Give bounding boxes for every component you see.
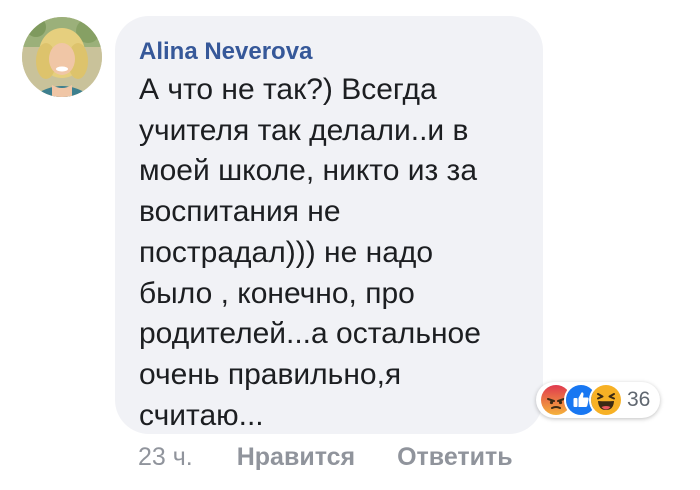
haha-icon [589, 383, 623, 417]
comment-line: родителей...а остальное [139, 317, 481, 351]
comment-line: пострадал))) не надо [139, 235, 434, 269]
comment-text: А что не так?) Всегда учителя так делали… [139, 70, 519, 436]
comment-bubble: Alina Neverova А что не так?) Всегда учи… [115, 16, 543, 434]
comment-line: моей школе, никто из за [139, 154, 477, 188]
reactions-summary[interactable]: 36 [536, 382, 661, 418]
like-button[interactable]: Нравится [237, 443, 355, 472]
timestamp[interactable]: 23 ч. [138, 443, 193, 472]
comment-line: было , конечно, про [139, 276, 415, 310]
author-name[interactable]: Alina Neverova [139, 37, 519, 67]
comment-line: воспитания не [139, 195, 341, 229]
reply-button[interactable]: Ответить [397, 443, 513, 472]
comment-line: очень правильно,я [139, 357, 402, 391]
comment-line: А что не так?) Всегда [139, 73, 437, 106]
comment-line: считаю... [139, 398, 264, 432]
reaction-count: 36 [627, 388, 651, 411]
comment: Alina Neverova А что не так?) Всегда учи… [0, 0, 700, 490]
comment-actions: 23 ч. Нравится Ответить [138, 440, 513, 474]
comment-line: учителя так делали..и в [139, 113, 469, 147]
avatar[interactable] [22, 17, 102, 97]
avatar-photo [22, 17, 102, 97]
